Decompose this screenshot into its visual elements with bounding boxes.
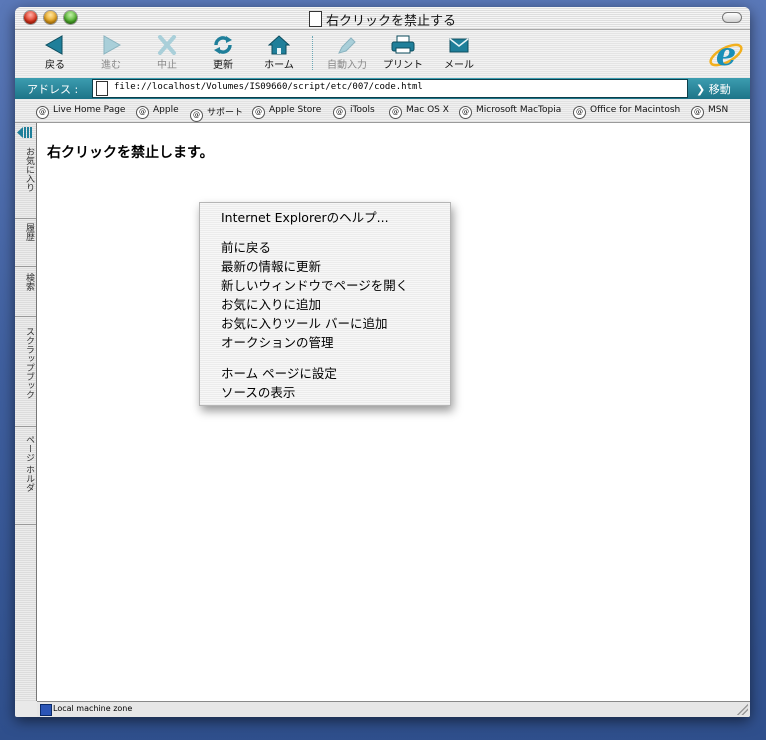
menu-item-back[interactable]: 前に戻る: [221, 237, 271, 256]
link-icon: @: [36, 106, 49, 119]
page-document-icon: [96, 81, 108, 96]
forward-arrow-icon: [103, 35, 122, 55]
status-zone-text: Local machine zone: [53, 704, 133, 713]
menu-item-refresh[interactable]: 最新の情報に更新: [221, 256, 321, 275]
menu-item-set-home-page[interactable]: ホーム ページに設定: [221, 363, 337, 382]
status-bar: Local machine zone: [37, 701, 750, 717]
link-icon: @: [190, 109, 203, 122]
zone-icon: [40, 704, 52, 716]
go-button[interactable]: ❯ 移動: [696, 81, 731, 97]
mail-label: メール: [444, 60, 474, 71]
sidebar-tab-search[interactable]: 検索: [15, 273, 36, 317]
home-label: ホーム: [264, 60, 294, 71]
forward-button[interactable]: 進む: [83, 35, 139, 75]
menu-item-view-source[interactable]: ソースの表示: [221, 382, 295, 401]
menu-item-add-to-favorites[interactable]: お気に入りに追加: [221, 294, 321, 313]
link-icon: @: [459, 106, 472, 119]
address-bar: アドレス : file://localhost/Volumes/IS09660/…: [15, 78, 750, 99]
home-button[interactable]: ホーム: [251, 35, 307, 75]
document-icon: [308, 11, 322, 27]
refresh-icon: [214, 36, 232, 54]
resize-grip-icon[interactable]: [737, 704, 748, 715]
favorite-link-live-home-page[interactable]: @ Live Home Page: [36, 105, 125, 119]
print-label: プリント: [383, 60, 423, 71]
print-button[interactable]: プリント: [375, 35, 431, 75]
internet-explorer-logo-icon: e: [709, 35, 743, 73]
mail-envelope-icon: [449, 38, 469, 53]
back-button[interactable]: 戻る: [27, 35, 83, 75]
svg-text:e: e: [716, 35, 736, 73]
favorite-link-mactopia[interactable]: @ Microsoft MacTopia: [459, 105, 561, 119]
favorite-link-apple-store[interactable]: @ Apple Store: [252, 105, 321, 119]
window-title: 右クリックを禁止する: [325, 14, 456, 29]
explorer-sidebar: お気に入り 履歴 検索 スクラップブック ページ ホルダ: [15, 123, 37, 701]
refresh-button[interactable]: 更新: [195, 35, 251, 75]
sidebar-tab-favorites[interactable]: お気に入り: [15, 147, 36, 219]
printer-icon: [391, 35, 415, 54]
go-arrow-icon: ❯: [696, 83, 706, 96]
sidebar-tab-scrapbook[interactable]: スクラップブック: [15, 327, 36, 427]
link-icon: @: [691, 106, 704, 119]
title-bar[interactable]: 右クリックを禁止する: [15, 7, 750, 30]
link-icon: @: [389, 106, 402, 119]
toolbar-toggle-button[interactable]: [722, 12, 742, 23]
favorite-link-apple[interactable]: @ Apple: [136, 105, 179, 119]
toolbar: 戻る 進む 中止 更新 ホーム 自動入力 プリント メール e: [15, 30, 750, 78]
menu-item-manage-auctions[interactable]: オークションの管理: [221, 332, 334, 351]
favorite-link-office-for-macintosh[interactable]: @ Office for Macintosh: [573, 105, 680, 119]
forward-label: 進む: [101, 60, 121, 71]
browser-window: 右クリックを禁止する 戻る 進む 中止 更新 ホーム 自動入力 プリント メール…: [15, 7, 750, 717]
favorite-link-mac-os-x[interactable]: @ Mac OS X: [389, 105, 449, 119]
stop-x-icon: [158, 35, 176, 55]
stop-label: 中止: [157, 60, 177, 71]
favorite-link-support[interactable]: @ サポート: [190, 105, 243, 122]
home-icon: [268, 35, 290, 55]
autofill-button[interactable]: 自動入力: [319, 35, 375, 75]
menu-item-add-to-toolbar-favorites[interactable]: お気に入りツール バーに追加: [221, 313, 387, 332]
page-content[interactable]: 右クリックを禁止します。 Internet Explorerのヘルプ... 前に…: [37, 123, 750, 701]
page-heading: 右クリックを禁止します。: [47, 145, 214, 161]
sidebar-tab-page-holder[interactable]: ページ ホルダ: [15, 435, 36, 525]
favorites-bar: @ Live Home Page @ Apple @ サポート @ Apple Stor…: [15, 100, 750, 123]
sidebar-tab-history[interactable]: 履歴: [15, 223, 36, 267]
address-input[interactable]: file://localhost/Volumes/IS09660/script/…: [92, 79, 688, 98]
toolbar-separator: [312, 36, 313, 70]
back-arrow-icon: [44, 35, 63, 55]
link-icon: @: [333, 106, 346, 119]
favorite-link-msn[interactable]: @ MSN: [691, 105, 728, 119]
menu-item-ie-help[interactable]: Internet Explorerのヘルプ...: [221, 207, 389, 226]
context-menu: Internet Explorerのヘルプ... 前に戻る 最新の情報に更新 新…: [199, 202, 451, 406]
address-url[interactable]: file://localhost/Volumes/IS09660/script/…: [114, 82, 423, 92]
menu-item-open-in-new-window[interactable]: 新しいウィンドウでページを開く: [221, 275, 408, 294]
mail-button[interactable]: メール: [431, 35, 487, 75]
go-label: 移動: [708, 83, 731, 96]
favorite-link-itools[interactable]: @ iTools: [333, 105, 375, 119]
link-icon: @: [573, 106, 586, 119]
autofill-pen-icon: [338, 37, 356, 54]
link-icon: @: [252, 106, 265, 119]
refresh-label: 更新: [213, 60, 233, 71]
link-icon: @: [136, 106, 149, 119]
window-title-area: 右クリックを禁止する: [15, 10, 750, 29]
address-label: アドレス :: [27, 83, 79, 96]
back-label: 戻る: [45, 60, 65, 71]
sidebar-toggle-icon[interactable]: [17, 126, 33, 139]
autofill-label: 自動入力: [327, 60, 367, 71]
stop-button[interactable]: 中止: [139, 35, 195, 75]
